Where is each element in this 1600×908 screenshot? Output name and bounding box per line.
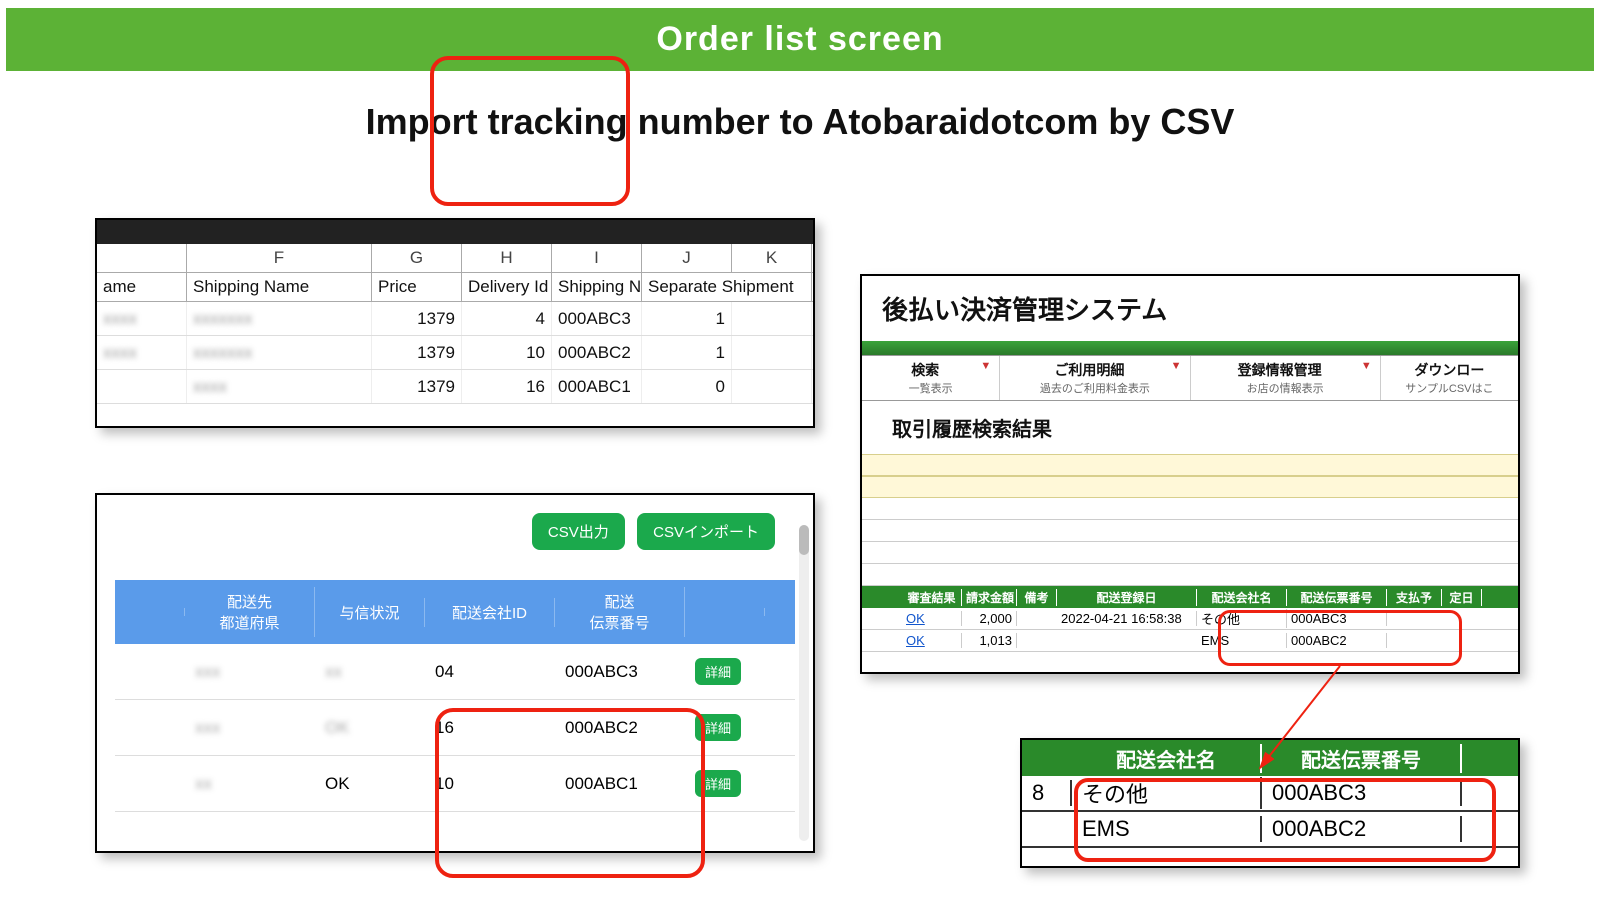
cell-shipping-n: 000ABC3 bbox=[552, 302, 642, 335]
zoom-cell-slip: 000ABC3 bbox=[1262, 780, 1462, 806]
cell-carrier-id: 16 bbox=[425, 714, 555, 742]
cell-delivery-id: 16 bbox=[462, 370, 552, 403]
cell-price: 1379 bbox=[372, 302, 462, 335]
zoom-th-slip: 配送伝票番号 bbox=[1262, 744, 1462, 773]
col-H: H bbox=[462, 244, 552, 272]
detail-button[interactable]: 詳細 bbox=[695, 658, 741, 685]
cell-credit: OK bbox=[315, 770, 425, 798]
nav-search[interactable]: 検索▼ 一覧表示 bbox=[862, 356, 1000, 400]
cell-ok[interactable]: OK bbox=[902, 611, 962, 626]
th-carrier: 配送会社名 bbox=[1197, 589, 1287, 606]
spreadsheet-row: xxxx xxxxxxx 1379 10 000ABC2 1 bbox=[97, 336, 813, 370]
table-row: xxx xx 04 000ABC3 詳細 bbox=[115, 644, 795, 700]
title-bar: Order list screen bbox=[6, 8, 1594, 71]
cell-slip: 000ABC2 bbox=[1287, 633, 1387, 648]
zoom-cell-carrier: その他 bbox=[1072, 777, 1262, 809]
cell-slip: 000ABC1 bbox=[555, 770, 685, 798]
cell-slip: 000ABC2 bbox=[555, 714, 685, 742]
cell-slip: 000ABC3 bbox=[1287, 611, 1387, 626]
cell-slip: 000ABC3 bbox=[555, 658, 685, 686]
zoom-header: 配送会社名 配送伝票番号 bbox=[1022, 740, 1518, 776]
detail-button[interactable]: 詳細 bbox=[695, 770, 741, 797]
th-slip: 配送伝票番号 bbox=[1287, 589, 1387, 606]
zoom-row: 8 その他 000ABC3 bbox=[1022, 776, 1518, 812]
cell-date: 2022-04-21 16:58:38 bbox=[1057, 611, 1197, 626]
cell-delivery-id: 10 bbox=[462, 336, 552, 369]
header-credit: 与信状況 bbox=[315, 598, 425, 627]
th-note: 備考 bbox=[1017, 589, 1057, 606]
csv-import-button[interactable]: CSVインポート bbox=[637, 513, 775, 550]
header-slip: 配送 伝票番号 bbox=[555, 587, 685, 637]
cell-ok[interactable]: OK bbox=[902, 633, 962, 648]
header-pref: 配送先 都道府県 bbox=[185, 587, 315, 637]
cell-carrier-id: 10 bbox=[425, 770, 555, 798]
th-date: 定日 bbox=[1442, 589, 1482, 606]
zoom-panel: 配送会社名 配送伝票番号 8 その他 000ABC3 EMS 000ABC2 bbox=[1020, 738, 1520, 868]
spreadsheet-col-letters: F G H I J K bbox=[97, 244, 813, 273]
col-F: F bbox=[187, 244, 372, 272]
zoom-row: EMS 000ABC2 bbox=[1022, 812, 1518, 848]
app-table-panel: CSV出力 CSVインポート 配送先 都道府県 与信状況 配送会社ID 配送 伝… bbox=[95, 493, 815, 853]
spreadsheet-top-dark bbox=[97, 220, 813, 244]
label-ame: ame bbox=[97, 273, 187, 301]
th-regdate: 配送登録日 bbox=[1057, 589, 1197, 606]
cell-sep: 1 bbox=[642, 336, 732, 369]
cell-carrier-id: 04 bbox=[425, 658, 555, 686]
cell-amount: 2,000 bbox=[962, 611, 1017, 626]
cell-shipping-n: 000ABC1 bbox=[552, 370, 642, 403]
admin-row: OK 1,013 EMS 000ABC2 bbox=[862, 630, 1518, 652]
admin-system-title: 後払い決済管理システム bbox=[862, 276, 1518, 341]
col-K: K bbox=[732, 244, 812, 272]
nav-registration[interactable]: 登録情報管理▼ お店の情報表示 bbox=[1191, 356, 1381, 400]
cell-price: 1379 bbox=[372, 336, 462, 369]
detail-button[interactable]: 詳細 bbox=[695, 714, 741, 741]
admin-system-panel: 後払い決済管理システム 検索▼ 一覧表示 ご利用明細▼ 過去のご利用料金表示 登… bbox=[860, 274, 1520, 674]
csv-export-button[interactable]: CSV出力 bbox=[532, 513, 625, 550]
cell-amount: 1,013 bbox=[962, 633, 1017, 648]
nav-usage[interactable]: ご利用明細▼ 過去のご利用料金表示 bbox=[1000, 356, 1190, 400]
result-title: 取引履歴検索結果 bbox=[862, 401, 1518, 454]
cell-sep: 0 bbox=[642, 370, 732, 403]
cell-carrier: その他 bbox=[1197, 609, 1287, 628]
label-delivery-id: Delivery Id bbox=[462, 273, 552, 301]
app-table-header: 配送先 都道府県 与信状況 配送会社ID 配送 伝票番号 bbox=[115, 580, 795, 644]
cell-shipping-n: 000ABC2 bbox=[552, 336, 642, 369]
header-carrier-id: 配送会社ID bbox=[425, 598, 555, 627]
col-I: I bbox=[552, 244, 642, 272]
zoom-cell-slip: 000ABC2 bbox=[1262, 816, 1462, 842]
admin-row: OK 2,000 2022-04-21 16:58:38 その他 000ABC3 bbox=[862, 608, 1518, 630]
spreadsheet-row: xxxx xxxxxxx 1379 4 000ABC3 1 bbox=[97, 302, 813, 336]
zoom-th-carrier: 配送会社名 bbox=[1072, 744, 1262, 773]
label-shipping-n: Shipping N bbox=[552, 273, 642, 301]
th-amount: 請求金額 bbox=[962, 589, 1017, 606]
cell-price: 1379 bbox=[372, 370, 462, 403]
admin-table-header: 審査結果 請求金額 備考 配送登録日 配送会社名 配送伝票番号 支払予 定日 bbox=[862, 586, 1518, 608]
cell-delivery-id: 4 bbox=[462, 302, 552, 335]
label-price: Price bbox=[372, 273, 462, 301]
label-separate-shipment: Separate Shipment bbox=[642, 273, 812, 301]
subtitle: Import tracking number to Atobaraidotcom… bbox=[0, 101, 1600, 143]
table-row: xx OK 10 000ABC1 詳細 bbox=[115, 756, 795, 812]
label-shipping-name: Shipping Name bbox=[187, 273, 372, 301]
nav-download[interactable]: ダウンロー サンプルCSVはこ bbox=[1381, 356, 1518, 400]
zoom-cell-carrier: EMS bbox=[1072, 816, 1262, 842]
zoom-cell-index: 8 bbox=[1022, 780, 1072, 806]
spreadsheet-row: xxxx 1379 16 000ABC1 0 bbox=[97, 370, 813, 404]
th-result: 審査結果 bbox=[902, 589, 962, 606]
table-row: xxx OK 16 000ABC2 詳細 bbox=[115, 700, 795, 756]
col-G: G bbox=[372, 244, 462, 272]
scrollbar[interactable] bbox=[799, 525, 809, 841]
cell-carrier: EMS bbox=[1197, 633, 1287, 648]
spreadsheet-label-row: ame Shipping Name Price Delivery Id Ship… bbox=[97, 273, 813, 302]
col-J: J bbox=[642, 244, 732, 272]
th-pay: 支払予 bbox=[1387, 589, 1442, 606]
cell-sep: 1 bbox=[642, 302, 732, 335]
cell-credit: OK bbox=[315, 714, 425, 742]
spreadsheet-panel: F G H I J K ame Shipping Name Price Deli… bbox=[95, 218, 815, 428]
admin-nav: 検索▼ 一覧表示 ご利用明細▼ 過去のご利用料金表示 登録情報管理▼ お店の情報… bbox=[862, 355, 1518, 401]
